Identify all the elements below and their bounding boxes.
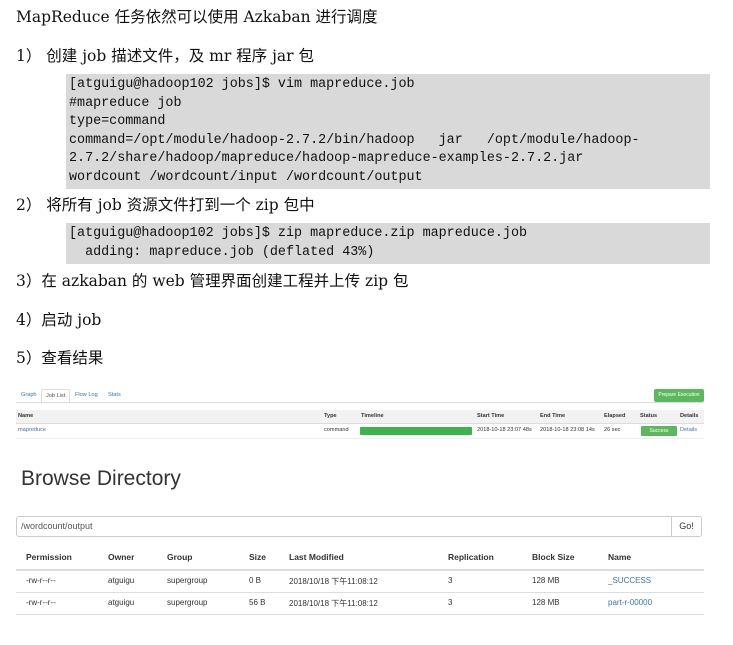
cell-size: 56 B bbox=[249, 598, 266, 607]
cell-last-modified: 2018/10/18 下午11:08:12 bbox=[289, 599, 378, 608]
column-header-end-time: End Time bbox=[540, 413, 566, 419]
column-header-last-modified[interactable]: Last Modified bbox=[289, 552, 344, 562]
cell-replication: 3 bbox=[448, 598, 453, 607]
column-header-block-size[interactable]: Block Size bbox=[532, 552, 575, 562]
tab-stats[interactable]: Stats bbox=[108, 392, 121, 398]
cell-owner: atguigu bbox=[108, 598, 135, 607]
cell-permission: -rw-r--r-- bbox=[26, 576, 56, 585]
cell-permission: -rw-r--r-- bbox=[26, 598, 56, 607]
code-block-zip: [atguigu@hadoop102 jobs]$ zip mapreduce.… bbox=[66, 223, 710, 264]
cell-group: supergroup bbox=[167, 598, 208, 607]
code-line: [atguigu@hadoop102 jobs]$ zip mapreduce.… bbox=[69, 226, 528, 241]
go-button[interactable]: Go! bbox=[671, 516, 702, 537]
column-header-permission[interactable]: Permission bbox=[26, 552, 72, 562]
step-5: 5）查看结果 bbox=[16, 349, 104, 367]
column-header-timeline: Timeline bbox=[361, 413, 384, 419]
timeline-bar bbox=[360, 427, 472, 435]
cell-size: 0 B bbox=[249, 576, 262, 585]
step-1: 1） 创建 job 描述文件，及 mr 程序 jar 包 bbox=[16, 47, 314, 65]
column-header-details: Details bbox=[680, 413, 699, 419]
job-start-time: 2018-10-18 23:07 48s bbox=[477, 427, 532, 433]
column-header-status: Status bbox=[640, 413, 658, 419]
step-3: 3）在 azkaban 的 web 管理界面创建工程并上传 zip 包 bbox=[16, 272, 409, 290]
details-link[interactable]: Details bbox=[680, 424, 697, 437]
code-line: command=/opt/module/hadoop-2.7.2/bin/had… bbox=[69, 132, 640, 148]
job-row: mapreduce command 2018-10-18 23:07 48s 2… bbox=[16, 424, 704, 439]
file-link-part-r-00000[interactable]: part-r-00000 bbox=[608, 598, 652, 607]
code-line: [atguigu@hadoop102 jobs]$ vim mapreduce.… bbox=[69, 77, 415, 92]
tab-flow-log[interactable]: Flow Log bbox=[75, 392, 98, 398]
column-header-replication[interactable]: Replication bbox=[448, 552, 494, 562]
column-header-type: Type bbox=[324, 413, 337, 419]
directory-path-input[interactable]: /wordcount/output bbox=[16, 516, 672, 537]
cell-block-size: 128 MB bbox=[532, 576, 560, 585]
job-name-link[interactable]: mapreduce bbox=[18, 424, 46, 437]
table-row: -rw-r--r-- atguigu supergroup 56 B 2018/… bbox=[16, 592, 704, 615]
cell-block-size: 128 MB bbox=[532, 598, 560, 607]
code-block-job: [atguigu@hadoop102 jobs]$ vim mapreduce.… bbox=[66, 74, 710, 189]
column-header-start-time: Start Time bbox=[477, 413, 505, 419]
azkaban-job-list-screenshot: Graph Job List Flow Log Stats Prepare Ex… bbox=[16, 388, 704, 440]
table-row: -rw-r--r-- atguigu supergroup 0 B 2018/1… bbox=[16, 570, 704, 593]
cell-group: supergroup bbox=[167, 576, 208, 585]
tab-job-list[interactable]: Job List bbox=[41, 389, 71, 402]
file-link-success[interactable]: _SUCCESS bbox=[608, 576, 651, 585]
tab-divider bbox=[16, 402, 704, 403]
code-line: #mapreduce job bbox=[69, 95, 182, 111]
job-table-header: Name Type Timeline Start Time End Time E… bbox=[16, 410, 704, 424]
status-badge: Success bbox=[641, 426, 677, 436]
code-line: type=command bbox=[69, 114, 166, 129]
step-4: 4）启动 job bbox=[16, 311, 102, 329]
job-elapsed: 26 sec bbox=[604, 427, 621, 433]
cell-last-modified: 2018/10/18 下午11:08:12 bbox=[289, 577, 378, 586]
column-header-name[interactable]: Name bbox=[608, 552, 631, 562]
prepare-execution-button[interactable]: Prepare Execution bbox=[654, 389, 704, 402]
column-header-name: Name bbox=[18, 413, 34, 419]
job-end-time: 2018-10-18 23:08 14s bbox=[540, 427, 595, 433]
tab-graph[interactable]: Graph bbox=[21, 392, 37, 398]
browse-directory-title: Browse Directory bbox=[21, 467, 181, 490]
step-2: 2） 将所有 job 资源文件打到一个 zip 包中 bbox=[16, 196, 315, 214]
cell-replication: 3 bbox=[448, 576, 453, 585]
code-line: 2.7.2/share/hadoop/mapreduce/hadoop-mapr… bbox=[69, 151, 584, 166]
code-line: adding: mapreduce.job (deflated 43%) bbox=[69, 244, 375, 260]
column-header-size[interactable]: Size bbox=[249, 552, 266, 562]
code-line: wordcount /wordcount/input /wordcount/ou… bbox=[69, 169, 423, 185]
intro-text: MapReduce 任务依然可以使用 Azkaban 进行调度 bbox=[16, 8, 378, 26]
job-type: command bbox=[324, 427, 349, 433]
column-header-owner[interactable]: Owner bbox=[108, 552, 134, 562]
column-header-elapsed: Elapsed bbox=[604, 413, 626, 419]
column-header-group[interactable]: Group bbox=[167, 552, 193, 562]
cell-owner: atguigu bbox=[108, 576, 135, 585]
